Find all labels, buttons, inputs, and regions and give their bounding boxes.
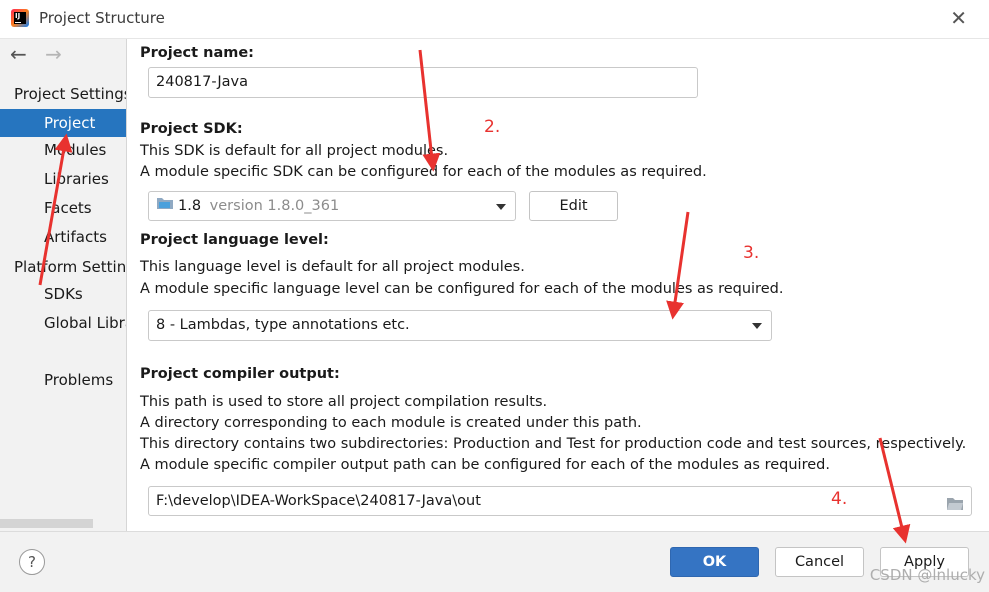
- project-name-input[interactable]: 240817-Java: [148, 67, 698, 98]
- sidebar-header-project-settings: Project Settings: [14, 85, 127, 103]
- back-arrow-icon[interactable]: ←: [10, 42, 27, 66]
- intellij-app-icon: IJ: [11, 9, 29, 27]
- compiler-output-desc-2: A directory corresponding to each module…: [140, 415, 642, 431]
- language-level-description: This language level is default for all p…: [140, 259, 525, 275]
- sdk-name: 1.8: [178, 198, 202, 214]
- browse-folder-icon[interactable]: [946, 493, 964, 521]
- project-sdk-label: Project SDK:: [140, 121, 243, 137]
- sidebar-item-sdks[interactable]: SDKs: [44, 285, 83, 303]
- dialog-footer: ? OK Cancel Apply CSDN @lnlucky: [0, 531, 989, 592]
- ok-button[interactable]: OK: [670, 547, 759, 577]
- compiler-output-desc-4: A module specific compiler output path c…: [140, 457, 830, 473]
- project-name-label: Project name:: [140, 45, 254, 61]
- sidebar-header-platform-settings: Platform Settings: [14, 258, 127, 276]
- help-icon[interactable]: ?: [19, 549, 45, 575]
- sdk-version: version 1.8.0_361: [209, 198, 340, 214]
- sidebar-item-artifacts[interactable]: Artifacts: [44, 228, 107, 246]
- compiler-output-desc-1: This path is used to store all project c…: [140, 394, 548, 410]
- chevron-down-icon: [496, 204, 506, 210]
- language-level-label: Project language level:: [140, 232, 329, 248]
- title-bar: IJ Project Structure ✕: [0, 0, 989, 39]
- compiler-output-desc-3: This directory contains two subdirectori…: [140, 436, 967, 452]
- language-level-module-note: A module specific language level can be …: [140, 281, 784, 297]
- history-nav: ← →: [10, 42, 74, 66]
- sidebar-item-problems[interactable]: Problems: [44, 371, 113, 389]
- sidebar-item-facets[interactable]: Facets: [44, 199, 92, 217]
- sidebar-item-project[interactable]: Project: [0, 109, 126, 137]
- project-sdk-description: This SDK is default for all project modu…: [140, 143, 449, 159]
- sidebar-item-global-libraries[interactable]: Global Libraries: [44, 314, 126, 332]
- project-sdk-module-note: A module specific SDK can be configured …: [140, 164, 707, 180]
- compiler-output-path: F:\develop\IDEA-WorkSpace\240817-Java\ou…: [156, 493, 481, 509]
- window-title: Project Structure: [39, 9, 165, 27]
- language-level-dropdown[interactable]: 8 - Lambdas, type annotations etc.: [148, 310, 772, 341]
- compiler-output-label: Project compiler output:: [140, 366, 340, 382]
- watermark: CSDN @lnlucky: [869, 566, 985, 584]
- compiler-output-path-input[interactable]: F:\develop\IDEA-WorkSpace\240817-Java\ou…: [148, 486, 972, 516]
- sdk-edit-button[interactable]: Edit: [529, 191, 618, 221]
- project-settings-panel: Project name: 240817-Java Project SDK: T…: [127, 39, 989, 531]
- annotation-number-4: 4.: [831, 489, 848, 509]
- language-level-value: 8 - Lambdas, type annotations etc.: [156, 317, 410, 333]
- annotation-number-3: 3.: [743, 243, 760, 263]
- annotation-number-2: 2.: [484, 117, 501, 137]
- sdk-folder-icon: [156, 192, 174, 220]
- sidebar: ← → Project Settings Project Modules Lib…: [0, 39, 127, 531]
- close-icon[interactable]: ✕: [950, 6, 967, 30]
- cancel-button[interactable]: Cancel: [775, 547, 864, 577]
- chevron-down-icon: [752, 323, 762, 329]
- sidebar-horizontal-scrollbar[interactable]: [0, 519, 93, 528]
- sidebar-item-modules[interactable]: Modules: [44, 141, 106, 159]
- sidebar-item-libraries[interactable]: Libraries: [44, 170, 109, 188]
- project-sdk-dropdown[interactable]: 1.8 version 1.8.0_361: [148, 191, 516, 221]
- forward-arrow-icon[interactable]: →: [45, 42, 62, 66]
